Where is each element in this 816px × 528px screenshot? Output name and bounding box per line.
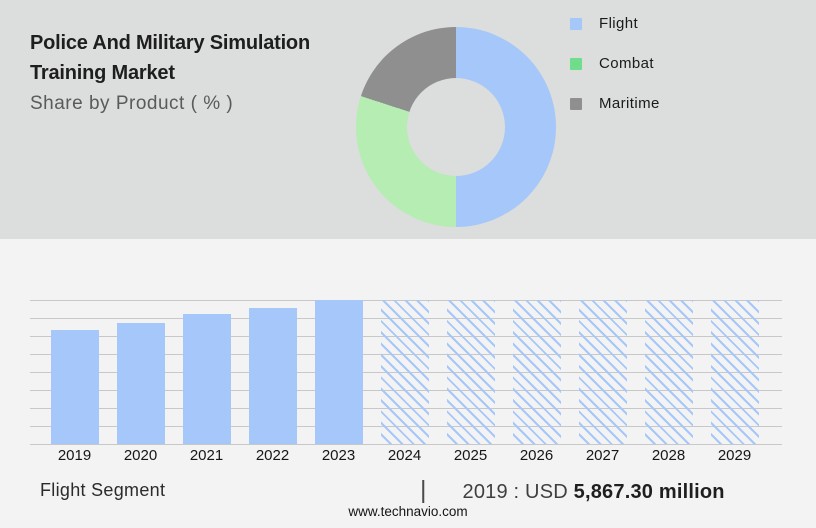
x-tick-2028: 2028 <box>651 447 686 464</box>
bar-2022 <box>248 308 297 444</box>
forecast-bar-2029 <box>710 300 759 444</box>
x-tick-2026: 2026 <box>519 447 554 464</box>
website-url: www.technavio.com <box>348 504 468 519</box>
forecast-bar-2024 <box>380 300 429 444</box>
title-line-1: Police And Military Simulation <box>30 32 310 54</box>
forecast-bar-2025 <box>446 300 495 444</box>
legend-item-combat: Combat <box>570 55 660 72</box>
donut-legend: Flight Combat Maritime <box>570 15 660 136</box>
forecast-bar-2027 <box>578 300 627 444</box>
segment-value-prefix: 2019 : USD <box>462 481 574 503</box>
market-infographic: Police And Military Simulation Training … <box>0 0 816 528</box>
title-block: Police And Military Simulation Training … <box>30 28 370 115</box>
bar-chart-panel: 2019 2020 2021 2022 2023 2024 2025 2026 2027 2028… <box>0 239 816 528</box>
forecast-bar-2026 <box>512 300 561 444</box>
bar-2019 <box>50 330 99 444</box>
legend-label: Maritime <box>599 95 660 112</box>
x-tick-2024: 2024 <box>387 447 422 464</box>
legend-item-flight: Flight <box>570 15 660 32</box>
bar-chart-plot <box>30 300 782 445</box>
donut-chart <box>356 27 556 227</box>
combat-swatch-icon <box>570 57 582 70</box>
x-tick-2023: 2023 <box>321 447 356 464</box>
legend-label: Flight <box>599 15 639 32</box>
x-tick-2022: 2022 <box>255 447 290 464</box>
x-tick-2021: 2021 <box>189 447 224 464</box>
x-tick-2020: 2020 <box>123 447 158 464</box>
x-tick-2025: 2025 <box>453 447 488 464</box>
forecast-bar-2028 <box>644 300 693 444</box>
x-tick-2019: 2019 <box>57 447 92 464</box>
x-tick-2027: 2027 <box>585 447 620 464</box>
title-line-2: Training Market <box>30 62 175 84</box>
flight-swatch-icon <box>570 17 582 30</box>
top-panel: Police And Military Simulation Training … <box>0 0 816 239</box>
bar-2021 <box>182 314 231 444</box>
legend-label: Combat <box>599 55 654 72</box>
legend-item-maritime: Maritime <box>570 95 660 112</box>
x-tick-2029: 2029 <box>717 447 752 464</box>
maritime-swatch-icon <box>570 97 582 110</box>
segment-value-line: | 2019 : USD 5,867.30 million <box>420 477 725 504</box>
separator-bar: | <box>420 476 427 504</box>
donut-hole <box>407 78 505 176</box>
page-title: Police And Military Simulation Training … <box>30 28 370 88</box>
chart-subtitle: Share by Product ( % ) <box>30 93 234 114</box>
segment-label: Flight Segment <box>40 480 166 500</box>
segment-value-amount: 5,867.30 million <box>573 481 725 503</box>
bar-2020 <box>116 323 165 444</box>
bar-2023 <box>314 300 363 444</box>
segment-value: 2019 : USD 5,867.30 million <box>463 481 725 504</box>
